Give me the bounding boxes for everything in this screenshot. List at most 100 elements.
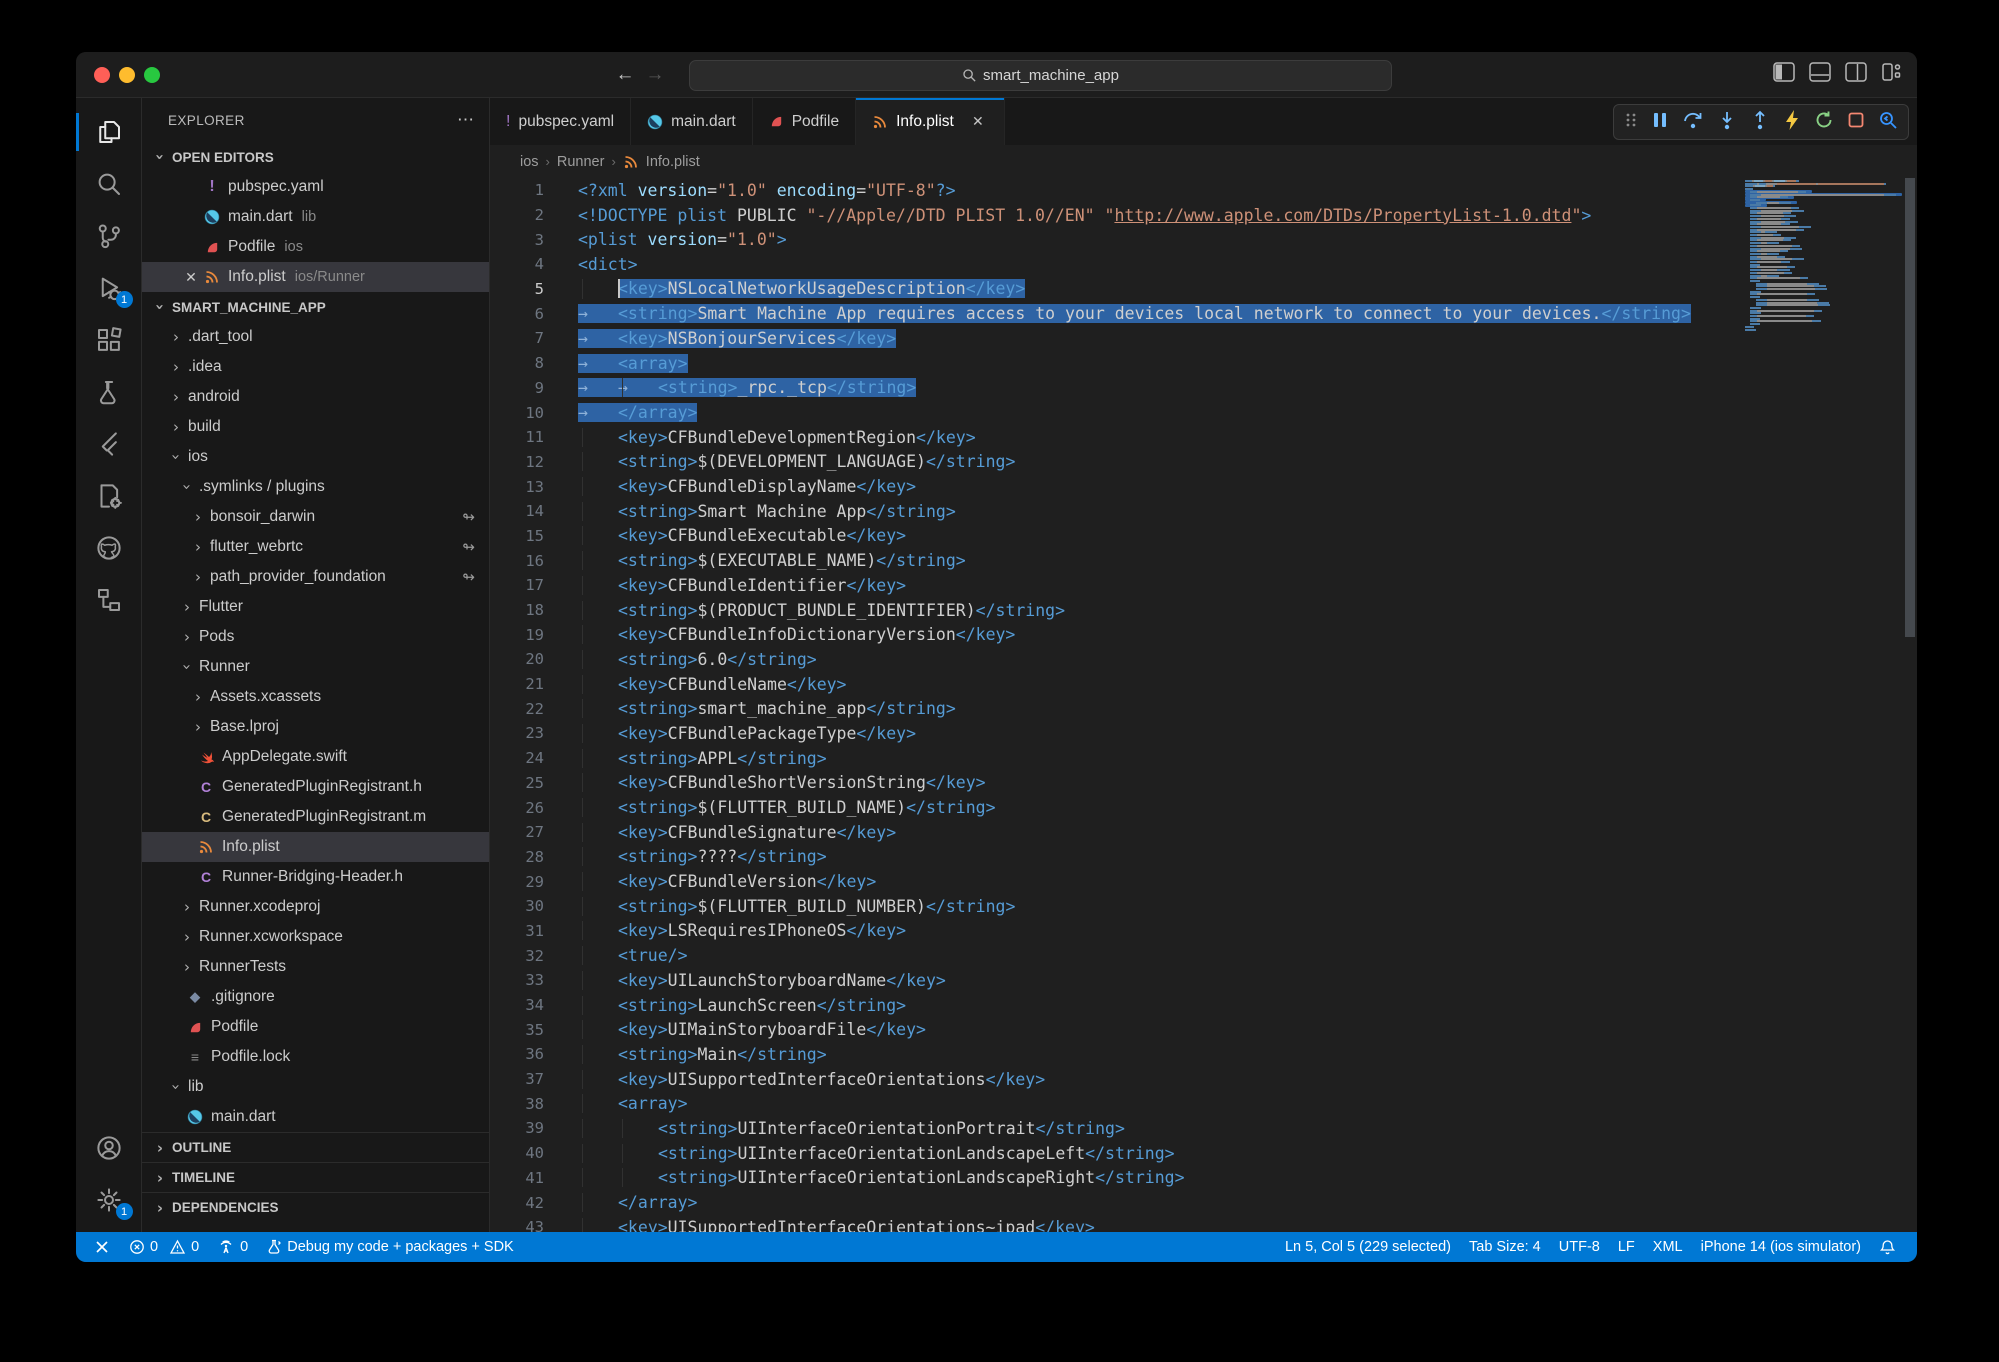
line-number: 10 [490,404,578,422]
stop-icon[interactable] [1847,111,1865,134]
step-over-icon[interactable] [1682,110,1704,135]
tree-item-path-provider-foundation[interactable]: ›path_provider_foundation↬ [142,562,489,592]
status-remote[interactable] [84,1232,120,1262]
toggle-sidebar-icon[interactable] [1773,62,1795,82]
tree-item-android[interactable]: ›android [142,382,489,412]
tree-item-runner-bridging-header-h[interactable]: CRunner-Bridging-Header.h [142,862,489,892]
toggle-secondary-sidebar-icon[interactable] [1845,62,1867,82]
status-text: Debug my code + packages + SDK [287,1239,514,1255]
close-icon[interactable]: ✕ [968,113,988,130]
tree-item--idea[interactable]: ›.idea [142,352,489,382]
tree-item--gitignore[interactable]: ◆.gitignore [142,982,489,1012]
hot-reload-icon[interactable] [1783,109,1801,136]
minimap[interactable] [1745,180,1903,1232]
tree-item-podfile-lock[interactable]: ≡Podfile.lock [142,1042,489,1072]
tree-item-runner-xcworkspace[interactable]: ›Runner.xcworkspace [142,922,489,952]
tree-item-base-lproj[interactable]: ›Base.lproj [142,712,489,742]
breadcrumb-item[interactable]: Info.plist [646,154,700,170]
activity-settings[interactable]: 1 [76,1174,142,1226]
titlebar: ← → smart_machine_app [76,52,1917,98]
grip-icon[interactable] [1624,111,1638,134]
code-area[interactable]: 1<?xml version="1.0" encoding="UTF-8"?>2… [490,178,1917,1232]
code-line-25: 25 <key>CFBundleShortVersionString</key> [490,771,1917,796]
section-outline[interactable]: ›OUTLINE [142,1132,489,1162]
tree-item-info-plist[interactable]: Info.plist [142,832,489,862]
activity-explorer[interactable] [76,106,142,158]
step-into-icon[interactable] [1717,110,1737,135]
activity-source-control[interactable] [76,210,142,262]
activity-dart-devtools[interactable] [76,470,142,522]
status-notifications[interactable] [1870,1232,1905,1262]
status-encoding[interactable]: UTF-8 [1550,1232,1609,1262]
zoom-window-button[interactable] [144,67,160,83]
breadcrumb[interactable]: ios›Runner›Info.plist [490,145,1917,178]
tab-Podfile[interactable]: Podfile [753,98,856,145]
tree-item-appdelegate-swift[interactable]: AppDelegate.swift [142,742,489,772]
tree-item-runner-xcodeproj[interactable]: ›Runner.xcodeproj [142,892,489,922]
pause-icon[interactable] [1651,110,1669,135]
activity-testing[interactable] [76,366,142,418]
tree-item-flutter[interactable]: ›Flutter [142,592,489,622]
section-dependencies[interactable]: ›DEPENDENCIES [142,1192,489,1222]
close-icon[interactable]: ✕ [180,269,202,286]
close-window-button[interactable] [94,67,110,83]
status-tab-size[interactable]: Tab Size: 4 [1460,1232,1550,1262]
activity-flutter[interactable] [76,418,142,470]
section-open-editors[interactable]: ›OPEN EDITORS [142,142,489,172]
forward-button[interactable]: → [642,63,668,87]
tree-item-bonsoir-darwin[interactable]: ›bonsoir_darwin↬ [142,502,489,532]
open-editor-pubspec.yaml[interactable]: !pubspec.yaml [142,172,489,202]
activity-github[interactable] [76,522,142,574]
status-device[interactable]: iPhone 14 (ios simulator) [1692,1232,1870,1262]
devtools-icon[interactable] [1878,110,1898,135]
toggle-panel-icon[interactable] [1809,62,1831,82]
section-timeline[interactable]: ›TIMELINE [142,1162,489,1192]
tree-item-pods[interactable]: ›Pods [142,622,489,652]
command-center-search[interactable]: smart_machine_app [689,60,1392,91]
tree-item-generatedpluginregistrant-m[interactable]: CGeneratedPluginRegistrant.m [142,802,489,832]
activity-accounts[interactable] [76,1122,142,1174]
status-language-mode[interactable]: XML [1644,1232,1692,1262]
minimize-window-button[interactable] [119,67,135,83]
minimap-line [1750,275,1778,277]
tree-item--symlinks-plugins[interactable]: ›.symlinks / plugins [142,472,489,502]
status-eol[interactable]: LF [1609,1232,1644,1262]
tree-item-podfile[interactable]: Podfile [142,1012,489,1042]
tab-pubspec.yaml[interactable]: !pubspec.yaml [490,98,631,145]
status-ports[interactable]: 0 [208,1232,257,1262]
back-button[interactable]: ← [612,63,638,87]
chevron-right-icon: › [152,1139,168,1157]
open-editor-Podfile[interactable]: Podfileios [142,232,489,262]
tree-item-runnertests[interactable]: ›RunnerTests [142,952,489,982]
open-editor-main.dart[interactable]: main.dartlib [142,202,489,232]
tree-item-generatedpluginregistrant-h[interactable]: CGeneratedPluginRegistrant.h [142,772,489,802]
tab-main.dart[interactable]: main.dart [631,98,753,145]
open-editor-Info.plist[interactable]: ✕Info.plistios/Runner [142,262,489,292]
tree-item-ios[interactable]: ›ios [142,442,489,472]
activity-extensions[interactable] [76,314,142,366]
tree-item-build[interactable]: ›build [142,412,489,442]
activity-run-debug[interactable]: 1 [76,262,142,314]
breadcrumb-item[interactable]: ios [520,154,539,170]
line-number: 32 [490,947,578,965]
tab-Info.plist[interactable]: Info.plist✕ [856,98,1005,145]
tree-item-runner[interactable]: ›Runner [142,652,489,682]
section-project[interactable]: ›SMART_MACHINE_APP [142,292,489,322]
status-cursor-position[interactable]: Ln 5, Col 5 (229 selected) [1276,1232,1460,1262]
status-problems[interactable]: 00 [120,1232,208,1262]
sidebar-more-actions[interactable]: ⋯ [457,110,475,130]
editor-scrollbar[interactable] [1903,178,1917,1232]
chevron-right-icon: › [179,928,195,946]
step-out-icon[interactable] [1750,110,1770,135]
restart-icon[interactable] [1814,110,1834,135]
customize-layout-icon[interactable] [1881,62,1903,82]
tree-item-assets-xcassets[interactable]: ›Assets.xcassets [142,682,489,712]
activity-references[interactable] [76,574,142,626]
tree-item-flutter-webrtc[interactable]: ›flutter_webrtc↬ [142,532,489,562]
tree-item-main-dart[interactable]: main.dart [142,1102,489,1132]
status-dart-debug[interactable]: Debug my code + packages + SDK [257,1232,523,1262]
tree-item--dart-tool[interactable]: ›.dart_tool [142,322,489,352]
tree-item-lib[interactable]: ›lib [142,1072,489,1102]
breadcrumb-item[interactable]: Runner [557,154,605,170]
activity-search[interactable] [76,158,142,210]
